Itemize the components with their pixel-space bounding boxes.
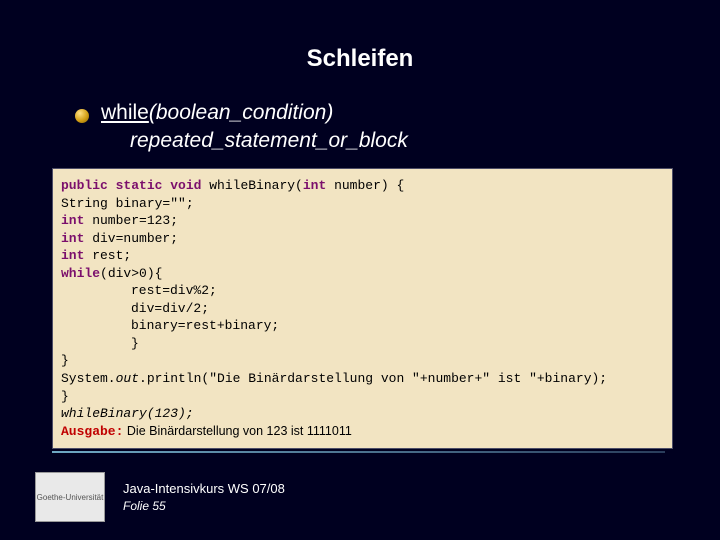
code-line: rest=div%2; bbox=[61, 282, 664, 300]
divider-bar bbox=[52, 451, 665, 453]
code-line: } bbox=[61, 352, 664, 370]
code-line: } bbox=[61, 388, 664, 406]
code-line: } bbox=[61, 335, 664, 353]
while-args: (boolean_condition) bbox=[149, 101, 333, 124]
syntax-text-2: repeated_statement_or_block bbox=[130, 129, 685, 153]
code-line: public static void whileBinary(int numbe… bbox=[61, 177, 664, 195]
code-line: int number=123; bbox=[61, 212, 664, 230]
university-logo: Goethe-Universität bbox=[35, 472, 105, 522]
slide-number: Folie 55 bbox=[123, 498, 285, 514]
code-line: binary=rest+binary; bbox=[61, 317, 664, 335]
code-line: div=div/2; bbox=[61, 300, 664, 318]
bullet-icon bbox=[75, 109, 89, 123]
code-line: while(div>0){ bbox=[61, 265, 664, 283]
code-line: int rest; bbox=[61, 247, 664, 265]
slide-footer: Goethe-Universität Java-Intensivkurs WS … bbox=[35, 472, 285, 522]
code-box: public static void whileBinary(int numbe… bbox=[52, 168, 673, 449]
slide-title: Schleifen bbox=[35, 45, 685, 73]
footer-text: Java-Intensivkurs WS 07/08 Folie 55 bbox=[123, 480, 285, 514]
code-output: Ausgabe: Die Binärdarstellung von 123 is… bbox=[61, 423, 664, 441]
syntax-block: while(boolean_condition) repeated_statem… bbox=[75, 101, 685, 153]
course-label: Java-Intensivkurs WS 07/08 bbox=[123, 480, 285, 498]
code-line: whileBinary(123); bbox=[61, 405, 664, 423]
code-line: int div=number; bbox=[61, 230, 664, 248]
syntax-line1: while(boolean_condition) bbox=[75, 101, 685, 125]
while-keyword: while bbox=[101, 101, 149, 124]
code-line: String binary=""; bbox=[61, 195, 664, 213]
syntax-text-1: while(boolean_condition) bbox=[101, 101, 333, 125]
code-line: System.out.println("Die Binärdarstellung… bbox=[61, 370, 664, 388]
slide-container: Schleifen while(boolean_condition) repea… bbox=[0, 0, 720, 540]
